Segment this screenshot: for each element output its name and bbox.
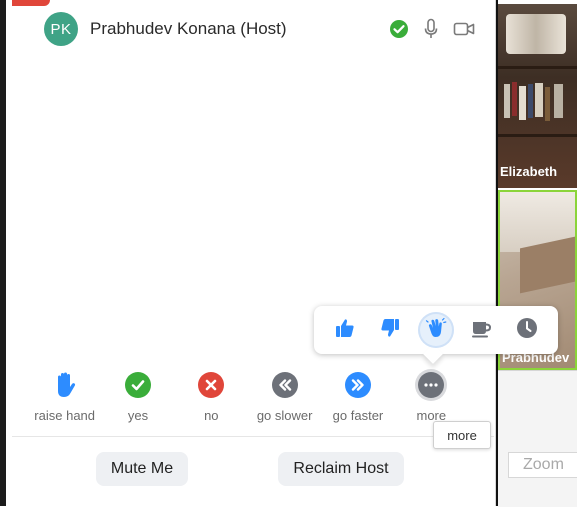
clap-button[interactable]	[417, 312, 454, 348]
thumbs-up-icon	[334, 317, 356, 344]
video-tile-elizabeth[interactable]: Elizabeth	[498, 4, 577, 188]
reactions-popup	[314, 306, 558, 364]
shelf	[498, 134, 577, 137]
participant-row-host[interactable]: PK Prabhudev Konana (Host)	[44, 12, 485, 46]
reclaim-host-button[interactable]: Reclaim Host	[278, 452, 404, 486]
participants-panel: PK Prabhudev Konana (Host) raise hand ye…	[0, 0, 496, 506]
participant-video-label: Elizabeth	[500, 164, 558, 179]
no-button[interactable]: no	[175, 372, 248, 432]
divider	[12, 436, 494, 437]
away-clock-button[interactable]	[509, 312, 545, 348]
book	[545, 87, 550, 121]
book	[504, 84, 510, 118]
shelf	[498, 66, 577, 69]
coffee-icon	[470, 317, 494, 344]
nonverbal-feedback-row: raise hand yes no go slower go faster mo…	[28, 372, 468, 432]
go-slower-label: go slower	[256, 408, 313, 423]
rewind-icon	[271, 372, 298, 398]
more-tooltip: more	[433, 421, 491, 449]
fast-forward-icon	[344, 372, 371, 398]
video-camera-icon[interactable]	[453, 21, 475, 37]
photo-frame	[506, 14, 566, 54]
microphone-icon[interactable]	[423, 18, 439, 40]
yes-label: yes	[127, 408, 149, 423]
yes-button[interactable]: yes	[101, 372, 174, 432]
no-label: no	[204, 408, 219, 423]
go-faster-label: go faster	[332, 408, 384, 423]
participant-status-icons	[389, 18, 475, 40]
thumbs-down-button[interactable]	[372, 312, 408, 348]
check-icon	[124, 372, 151, 398]
verified-check-icon	[389, 19, 409, 39]
coffee-break-button[interactable]	[464, 312, 500, 348]
book	[512, 82, 517, 116]
raise-hand-icon	[52, 372, 78, 398]
go-slower-button[interactable]: go slower	[248, 372, 321, 432]
participant-name: Prabhudev Konana (Host)	[90, 19, 287, 38]
clock-icon	[516, 317, 538, 344]
thumbs-down-icon	[379, 317, 401, 344]
video-strip: Elizabeth Prabhudev	[496, 0, 577, 507]
raise-hand-button[interactable]: raise hand	[28, 372, 101, 432]
zoom-search-input[interactable]: Zoom	[508, 452, 577, 478]
chat-area	[498, 370, 577, 507]
raise-hand-label: raise hand	[34, 408, 96, 423]
ellipsis-icon	[418, 372, 445, 398]
avatar: PK	[44, 12, 78, 46]
clap-icon	[425, 317, 447, 344]
book	[554, 84, 563, 118]
x-icon	[198, 372, 225, 398]
book	[519, 86, 526, 120]
go-faster-button[interactable]: go faster	[321, 372, 394, 432]
mute-me-button[interactable]: Mute Me	[96, 452, 188, 486]
window-close-corner[interactable]	[12, 0, 50, 6]
book	[535, 83, 543, 117]
thumbs-up-button[interactable]	[327, 312, 363, 348]
book	[528, 84, 533, 118]
